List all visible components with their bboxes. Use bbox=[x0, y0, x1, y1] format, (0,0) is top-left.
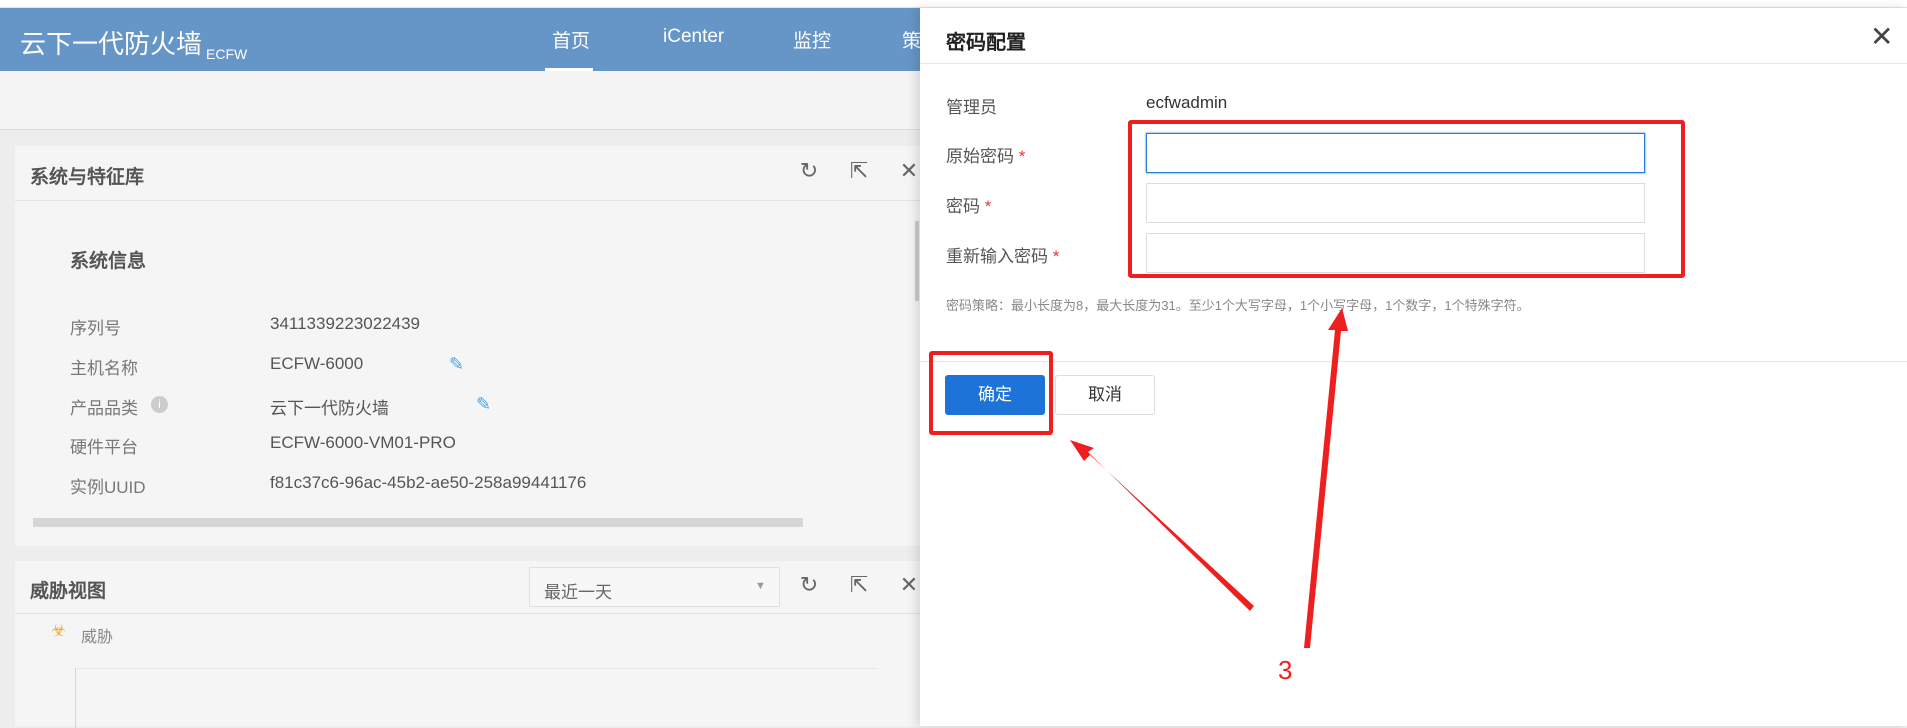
annotation-arrows bbox=[1070, 308, 1348, 648]
annotation-arrow bbox=[1304, 308, 1348, 648]
annotation-step-number: 3 bbox=[1278, 655, 1293, 685]
annotation-arrow bbox=[1070, 440, 1254, 611]
